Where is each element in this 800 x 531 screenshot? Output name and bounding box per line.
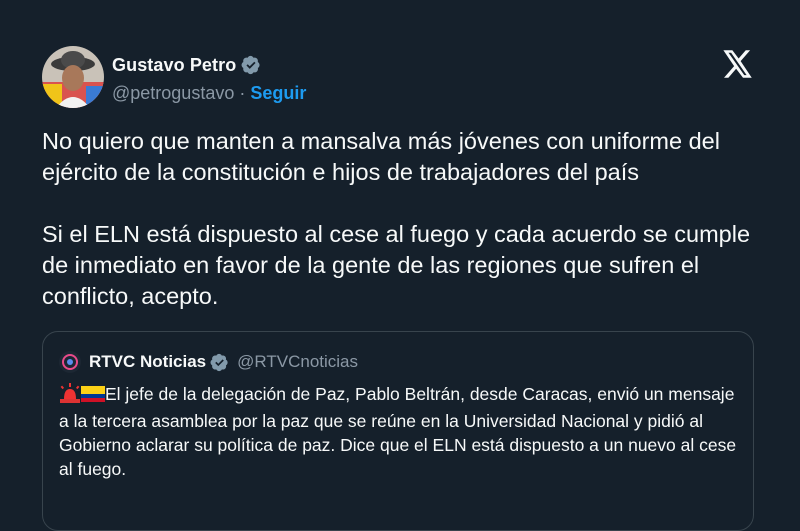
author-display-name[interactable]: Gustavo Petro: [112, 55, 236, 76]
quoted-tweet-text: El jefe de la delegación de Paz, Pablo B…: [59, 384, 737, 479]
tweet-paragraph: No quiero que manten a mansalva más jóve…: [42, 128, 720, 185]
author-info: Gustavo Petro @petrogustavo · Seguir: [112, 53, 306, 105]
tweet-body: No quiero que manten a mansalva más jóve…: [42, 126, 772, 312]
x-logo-icon[interactable]: [723, 50, 753, 78]
quoted-author-avatar[interactable]: [59, 351, 81, 373]
embedded-tweet-card: Gustavo Petro @petrogustavo · Seguir No …: [0, 0, 800, 531]
colombia-flag-emoji-icon: [81, 385, 105, 409]
siren-emoji-icon: [59, 383, 81, 409]
verified-badge-icon: [210, 353, 229, 372]
quoted-author-name[interactable]: RTVC Noticias: [89, 352, 206, 372]
verified-badge-icon: [241, 55, 261, 75]
follow-button[interactable]: Seguir: [250, 83, 306, 104]
quoted-tweet[interactable]: RTVC Noticias @RTVCnoticias El jefe de l…: [42, 331, 754, 531]
quoted-tweet-header: RTVC Noticias @RTVCnoticias: [59, 350, 358, 374]
author-avatar[interactable]: [42, 46, 104, 108]
quoted-author-handle[interactable]: @RTVCnoticias: [237, 352, 358, 372]
author-handle[interactable]: @petrogustavo: [112, 83, 234, 104]
tweet-paragraph: Si el ELN está dispuesto al cese al fueg…: [42, 221, 751, 309]
quoted-tweet-body: El jefe de la delegación de Paz, Pablo B…: [59, 382, 739, 481]
separator-dot: ·: [239, 82, 246, 103]
